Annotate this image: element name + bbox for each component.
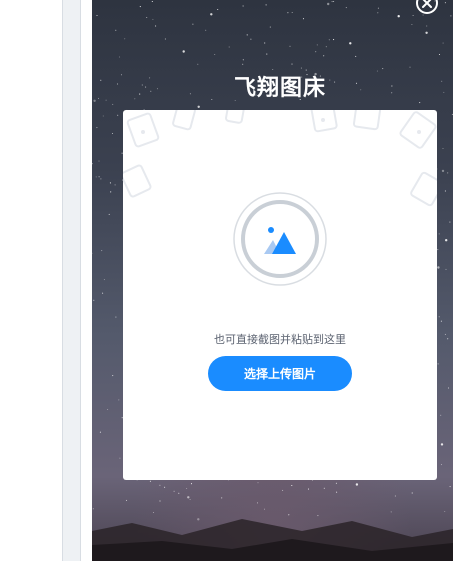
left-scrollbar-track[interactable] [62,0,81,561]
upload-card[interactable]: 也可直接截图并粘贴到这里 选择上传图片 [123,110,437,480]
close-icon [422,0,432,8]
gutter [81,0,92,561]
select-upload-button[interactable]: 选择上传图片 [208,356,352,391]
mountain-silhouette [92,519,453,561]
left-panel [0,0,62,561]
image-upload-icon[interactable] [233,192,327,286]
paste-hint: 也可直接截图并粘贴到这里 [214,333,346,346]
app-title: 飞翔图床 [233,76,326,101]
